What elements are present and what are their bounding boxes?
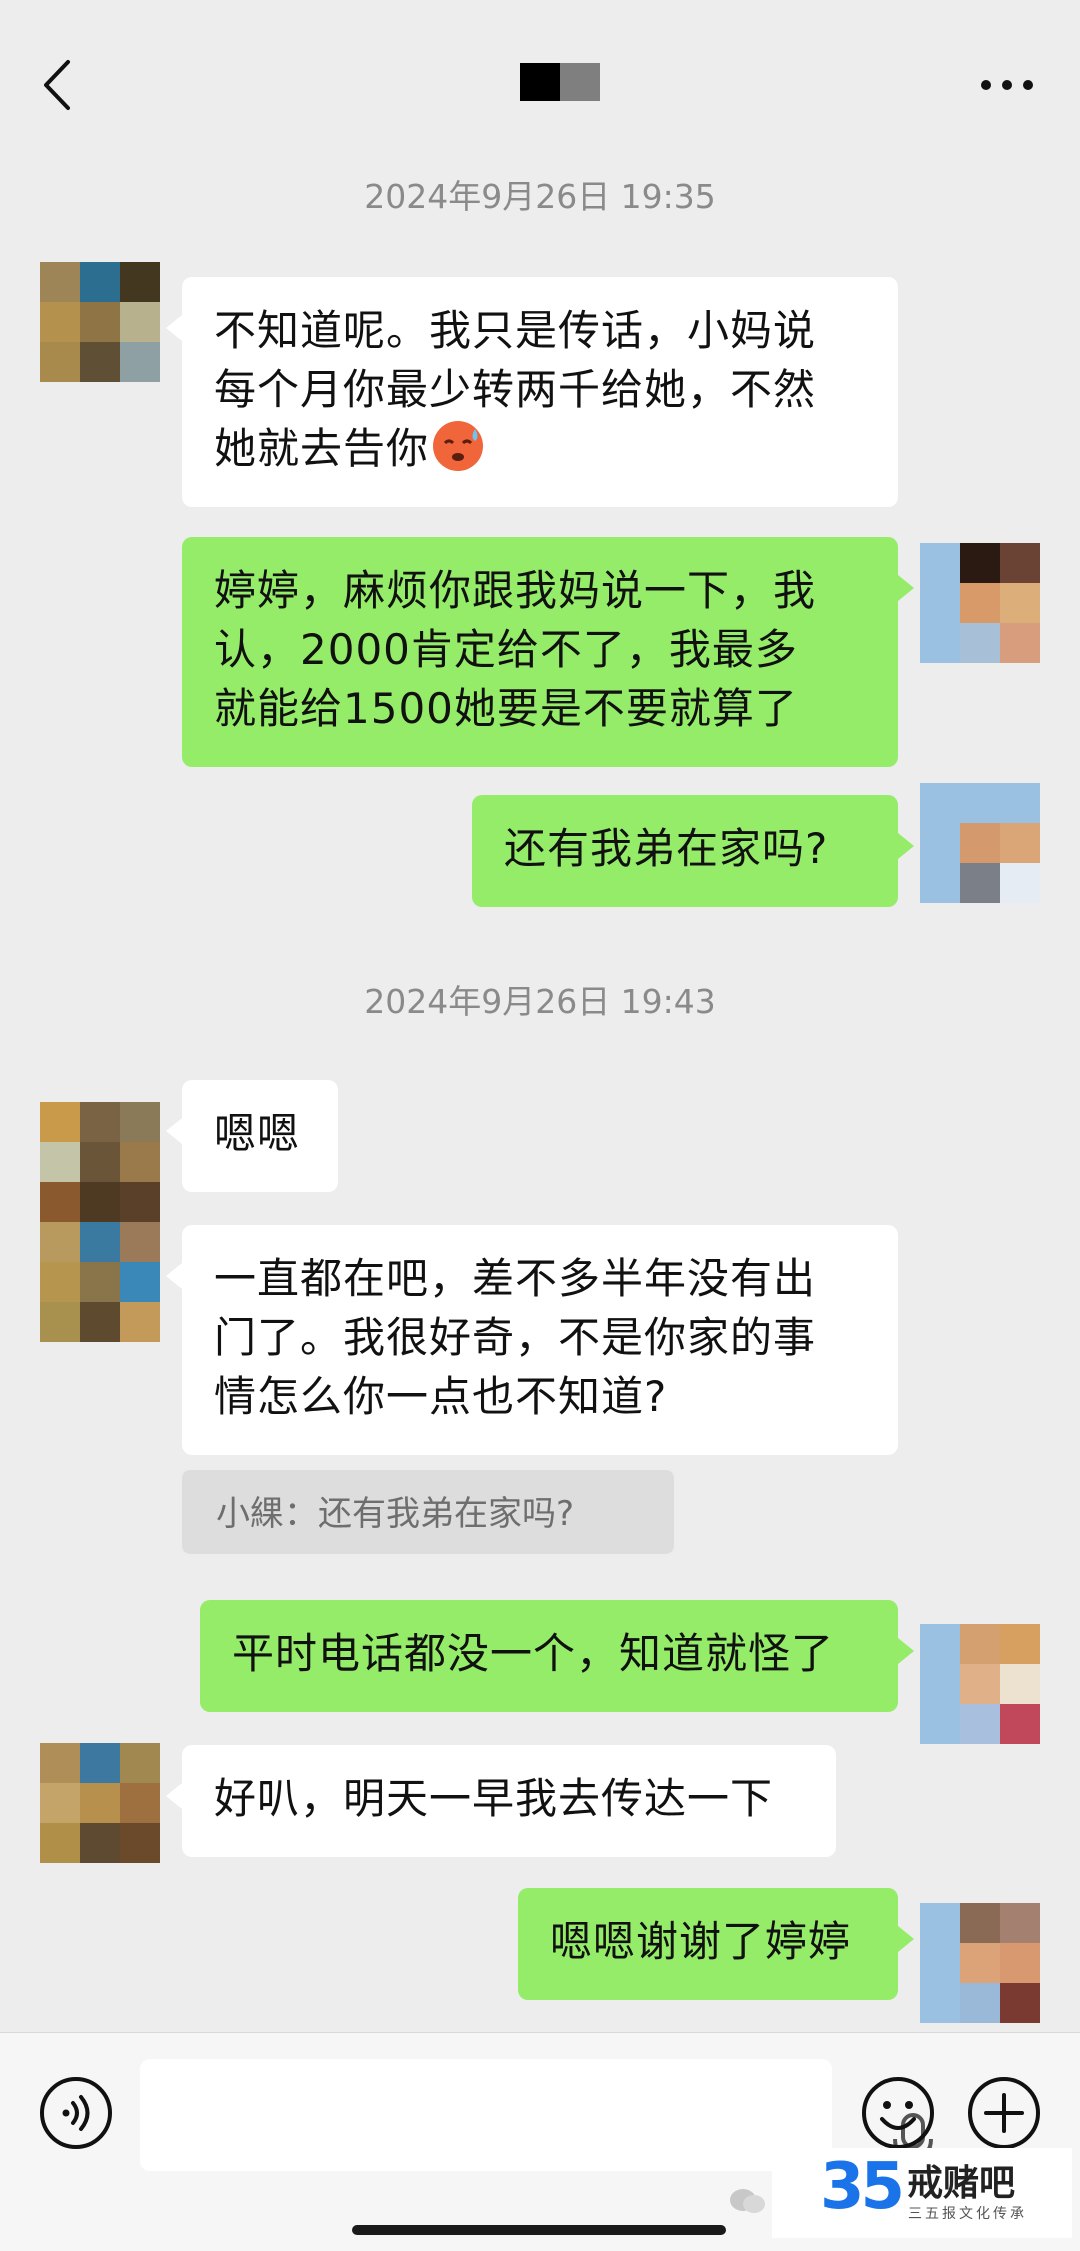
plus-icon[interactable] — [966, 2075, 1042, 2151]
message-line: 一直都在吧，差不多半年没有出 — [214, 1254, 817, 1303]
message-line: 不知道呢。我只是传话，小妈说 — [214, 306, 817, 355]
message-bubble-outgoing[interactable]: 还有我弟在家吗? — [472, 795, 914, 907]
message-line: 还有我弟在家吗? — [504, 824, 829, 873]
chat-header — [0, 0, 1080, 140]
my-avatar[interactable] — [920, 1624, 1040, 1744]
message-bubble-incoming[interactable]: 好叭，明天一早我去传达一下 — [166, 1745, 836, 1857]
message-bubble-outgoing[interactable]: 婷婷，麻烦你跟我妈说一下，我 认，2000肯定给不了，我最多 就能给1500她要… — [182, 537, 914, 767]
message-bubble-incoming[interactable]: 一直都在吧，差不多半年没有出 门了。我很好奇，不是你家的事 情怎么你一点也不知道… — [166, 1225, 898, 1455]
timestamp: 2024年9月26日 19:35 — [364, 177, 716, 216]
watermark-number: 35 — [820, 2150, 905, 2224]
contact-avatar[interactable] — [40, 1743, 160, 1863]
message-bubble-incoming[interactable]: 嗯嗯 — [166, 1080, 338, 1192]
message-line: 门了。我很好奇，不是你家的事 — [214, 1313, 817, 1362]
timestamp: 2024年9月26日 19:43 — [364, 982, 716, 1021]
more-dots-icon[interactable] — [978, 70, 1036, 100]
message-line: 嗯嗯谢谢了婷婷 — [550, 1917, 852, 1966]
chat-title-redacted — [520, 63, 600, 101]
quoted-message[interactable]: 小綶：还有我弟在家吗? — [182, 1470, 674, 1554]
wechat-icon — [730, 2189, 765, 2213]
message-line: 认，2000肯定给不了，我最多 — [214, 625, 798, 674]
message-input[interactable] — [140, 2059, 933, 2171]
message-line: 好叭，明天一早我去传达一下 — [214, 1774, 774, 1823]
contact-avatar[interactable] — [40, 1102, 160, 1342]
watermark-logo: 35 戒赌吧 三五报文化传承 — [772, 2148, 1072, 2238]
my-avatar[interactable] — [920, 1903, 1040, 2023]
my-avatar[interactable] — [920, 543, 1040, 663]
message-line: 她就去告你 — [214, 419, 866, 478]
watermark-subtitle: 三五报文化传承 — [908, 2206, 1027, 2222]
message-bubble-outgoing[interactable]: 平时电话都没一个，知道就怪了 — [200, 1600, 914, 1712]
home-indicator[interactable] — [352, 2225, 726, 2235]
message-line: 婷婷，麻烦你跟我妈说一下，我 — [214, 566, 817, 615]
message-line: 平时电话都没一个，知道就怪了 — [232, 1629, 835, 1678]
message-bubble-outgoing[interactable]: 嗯嗯谢谢了婷婷 — [518, 1888, 914, 2000]
message-line: 情怎么你一点也不知道? — [214, 1372, 668, 1421]
voice-icon[interactable] — [38, 2075, 114, 2151]
contact-avatar[interactable] — [40, 262, 160, 382]
cold-sweat-face-emoji — [433, 421, 484, 471]
message-line: 嗯嗯 — [214, 1109, 301, 1158]
message-line: 每个月你最少转两千给她，不然 — [214, 365, 817, 414]
smiley-icon[interactable] — [860, 2075, 936, 2151]
message-line: 就能给1500她要是不要就算了 — [214, 684, 798, 733]
chevron-left-icon[interactable] — [28, 50, 88, 120]
my-avatar[interactable] — [920, 783, 1040, 903]
watermark-name: 戒赌吧 — [907, 2163, 1016, 2204]
message-bubble-incoming[interactable]: 不知道呢。我只是传话，小妈说 每个月你最少转两千给她，不然 她就去告你 — [166, 277, 898, 507]
